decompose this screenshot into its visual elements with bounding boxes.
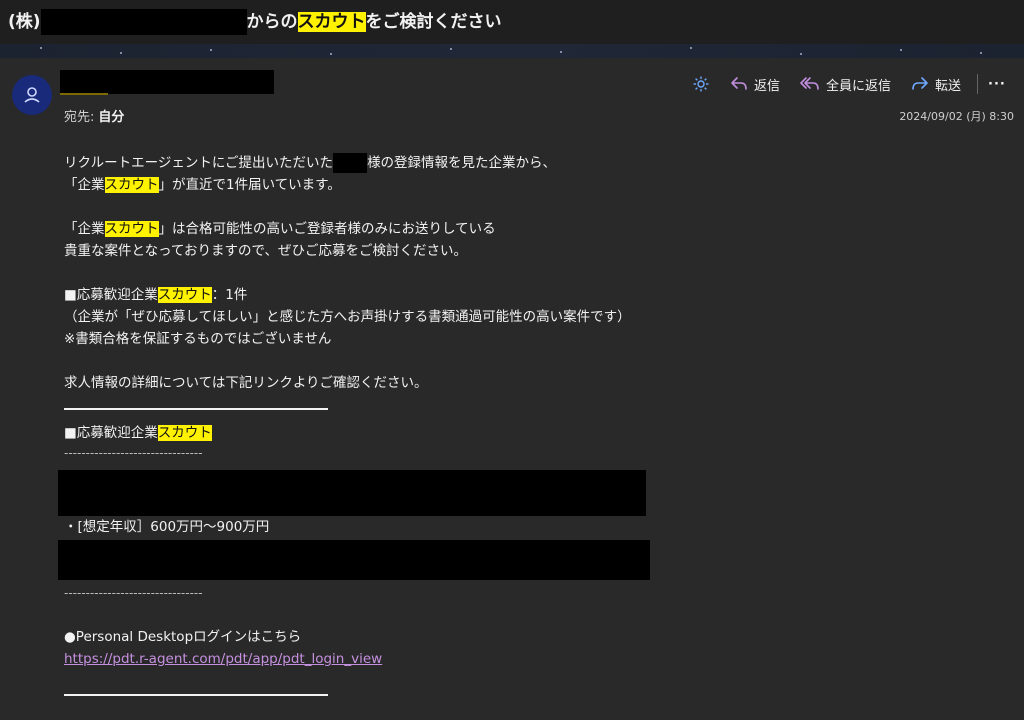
body-text: リクルートエージェントにご提出いただいた bbox=[64, 155, 334, 171]
sender-avatar[interactable] bbox=[12, 75, 52, 115]
paragraph-3: ■応募歓迎企業スカウト：1件 （企業が「ぜひ応募してほしい」と感じた方へお声掛け… bbox=[64, 284, 844, 350]
person-icon bbox=[24, 87, 40, 103]
salary-line: ・[想定年収］600万円〜900万円 bbox=[64, 519, 270, 535]
redacted-recipient-name bbox=[333, 153, 368, 173]
redacted-job-details bbox=[58, 540, 650, 580]
body-text: ※書類合格を保証するものではございません bbox=[64, 331, 332, 347]
message-toolbar: 返信 全員に返信 転送 ··· bbox=[682, 72, 1010, 96]
more-icon: ··· bbox=[988, 76, 1006, 92]
subject-highlight: スカウト bbox=[297, 12, 366, 32]
body-text: 様の登録情報を見た企業から、 bbox=[367, 155, 557, 171]
section-divider bbox=[64, 694, 328, 696]
forward-icon bbox=[912, 77, 928, 90]
toolbar-divider bbox=[977, 74, 979, 94]
sender-underline bbox=[60, 93, 108, 95]
to-label: 宛先: bbox=[64, 110, 95, 125]
paragraph-2: 「企業スカウト」は合格可能性の高いご登録者様のみにお送りしている 貴重な案件とな… bbox=[64, 218, 844, 262]
body-text: 「企業 bbox=[64, 221, 105, 237]
sparkle-icon bbox=[693, 76, 709, 92]
body-text: ：1件 bbox=[211, 287, 248, 303]
reply-all-button[interactable]: 全員に返信 bbox=[790, 75, 901, 94]
highlight-text: スカウト bbox=[157, 287, 212, 303]
login-label: ●Personal Desktopログインはこちら bbox=[64, 629, 302, 645]
section-heading: ■応募歓迎企業スカウト bbox=[64, 422, 844, 444]
redacted-company bbox=[40, 9, 247, 35]
paragraph-4: 求人情報の詳細については下記リンクよりご確認ください。 bbox=[64, 372, 844, 394]
reply-button[interactable]: 返信 bbox=[720, 75, 790, 94]
forward-button[interactable]: 転送 bbox=[901, 75, 971, 94]
redacted-sender-name bbox=[60, 70, 274, 94]
body-text: 」は合格可能性の高いご登録者様のみにお送りしている bbox=[158, 221, 496, 237]
dashed-divider: -------------------------------- bbox=[64, 586, 203, 600]
body-text: ■応募歓迎企業 bbox=[64, 287, 158, 303]
summarize-button[interactable] bbox=[682, 75, 720, 93]
body-text: 求人情報の詳細については下記リンクよりご確認ください。 bbox=[64, 375, 428, 391]
section-divider bbox=[64, 408, 328, 410]
sent-date: 2024/09/02 (月) 8:30 bbox=[899, 110, 1014, 123]
subject-prefix: (株) bbox=[8, 12, 41, 32]
reply-all-icon bbox=[800, 77, 819, 90]
reply-all-label: 全員に返信 bbox=[826, 78, 892, 94]
reply-label: 返信 bbox=[754, 78, 781, 94]
subject-suffix: をご検討ください bbox=[365, 12, 502, 32]
highlight-text: スカウト bbox=[104, 177, 159, 193]
body-text: （企業が「ぜひ応募してほしい」と感じた方へお声掛けする書類通過可能性の高い案件で… bbox=[64, 309, 631, 325]
email-body: リクルートエージェントにご提出いただいた 様の登録情報を見た企業から、 「企業スカ… bbox=[58, 152, 844, 708]
body-text: 「企業 bbox=[64, 177, 105, 193]
subject-bar: (株) からのスカウトをご検討ください bbox=[0, 0, 1024, 44]
body-text: ■応募歓迎企業 bbox=[64, 425, 158, 441]
to-value[interactable]: 自分 bbox=[98, 110, 124, 125]
header-banner bbox=[0, 44, 1024, 58]
login-link[interactable]: https://pdt.r-agent.com/pdt/app/pdt_logi… bbox=[64, 648, 844, 670]
paragraph-1: リクルートエージェントにご提出いただいた 様の登録情報を見た企業から、 「企業スカ… bbox=[64, 152, 844, 196]
dashed-divider: -------------------------------- bbox=[64, 446, 203, 460]
body-text: 貴重な案件となっておりますので、ぜひご応募をご検討ください。 bbox=[64, 243, 467, 259]
recipient-line: 宛先: 自分 bbox=[64, 106, 124, 125]
email-subject: (株) からのスカウトをご検討ください bbox=[8, 9, 502, 35]
subject-mid: からの bbox=[246, 12, 298, 32]
forward-label: 転送 bbox=[935, 78, 962, 94]
reply-icon bbox=[731, 77, 747, 90]
body-text: 」が直近で1件届いています。 bbox=[158, 177, 341, 193]
more-actions-button[interactable]: ··· bbox=[984, 77, 1010, 92]
highlight-text: スカウト bbox=[104, 221, 159, 237]
highlight-text: スカウト bbox=[157, 425, 212, 441]
redacted-job-info bbox=[58, 470, 646, 516]
